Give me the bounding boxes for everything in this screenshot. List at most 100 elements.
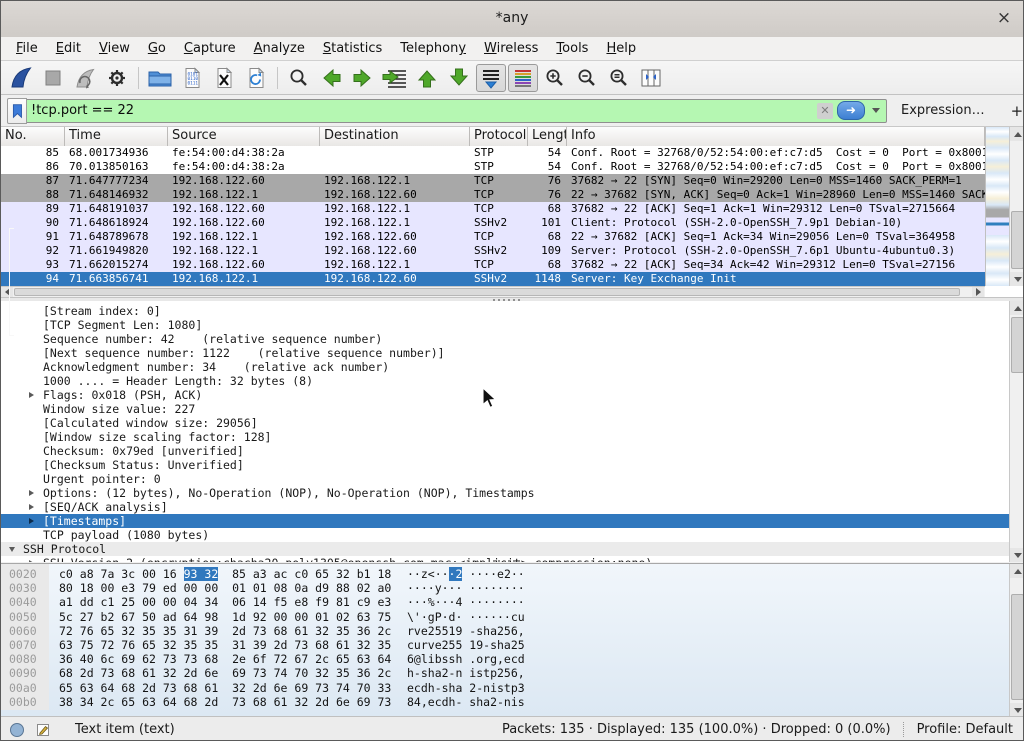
expert-info-icon[interactable] [9,722,25,738]
detail-line-17[interactable]: SSH Protocol [1,542,1009,556]
find-packet-icon[interactable] [284,64,314,92]
menu-capture[interactable]: Capture [175,39,245,58]
menu-help[interactable]: Help [597,39,645,58]
window-close-icon[interactable]: × [993,7,1015,29]
go-forward-icon[interactable] [348,64,378,92]
detail-line-5[interactable]: 1000 .... = Header Length: 32 bytes (8) [1,374,1009,388]
detail-line-13[interactable]: Options: (12 bytes), No-Operation (NOP),… [1,486,1009,500]
detail-line-14[interactable]: [SEQ/ACK analysis] [1,500,1009,514]
menu-analyze[interactable]: Analyze [245,39,314,58]
scroll-down-icon[interactable] [1010,703,1023,716]
scroll-up-icon[interactable] [1010,301,1023,315]
menu-go[interactable]: Go [139,39,175,58]
close-file-icon[interactable] [209,64,239,92]
zoom-in-icon[interactable] [540,64,570,92]
go-last-icon[interactable] [444,64,474,92]
hex-row-0070[interactable]: 007063 75 72 76 65 32 35 35 31 39 2d 73 … [1,638,1009,652]
menu-tools[interactable]: Tools [547,39,597,58]
intelligent-scrollbar-minimap[interactable] [985,127,1009,286]
packet-row-89[interactable]: 8971.648191037192.168.122.60192.168.122.… [1,202,985,216]
packet-row-85[interactable]: 8568.001734936fe:54:00:d4:38:2aSTP54Conf… [1,146,985,160]
save-file-icon[interactable]: 010101100111 [177,64,207,92]
collapsed-arrow-icon[interactable] [29,504,34,510]
go-to-packet-icon[interactable] [380,64,410,92]
packet-list-vscrollbar[interactable] [1009,127,1024,286]
packet-row-91[interactable]: 9171.648789678192.168.122.1192.168.122.6… [1,230,985,244]
start-capture-icon[interactable] [6,64,36,92]
menu-telephony[interactable]: Telephony [391,39,475,58]
scroll-right-icon[interactable] [972,287,984,297]
packet-row-92[interactable]: 9271.661949820192.168.122.1192.168.122.6… [1,244,985,258]
add-filter-button[interactable]: + [1005,102,1024,120]
scroll-down-icon[interactable] [1010,272,1024,286]
packet-row-93[interactable]: 9371.662015274192.168.122.60192.168.122.… [1,258,985,272]
filter-clear-icon[interactable]: ✕ [817,103,833,119]
expanded-arrow-icon[interactable] [9,547,15,552]
column-header-length[interactable]: Length [528,127,567,146]
detail-line-11[interactable]: [Checksum Status: Unverified] [1,458,1009,472]
menu-wireless[interactable]: Wireless [475,39,547,58]
capture-comment-icon[interactable] [35,722,51,738]
bytes-vscroll-thumb[interactable] [1011,594,1023,700]
detail-line-15[interactable]: [Timestamps] [1,514,1009,528]
packet-list-hscroll-thumb[interactable] [14,288,960,296]
column-header-time[interactable]: Time [65,127,168,146]
hex-row-0050[interactable]: 00505c 27 b2 67 50 ad 64 98 1d 92 00 00 … [1,610,1009,624]
hex-row-0020[interactable]: 0020c0 a8 7a 3c 00 16 93 32 85 a3 ac c0 … [1,567,1009,581]
auto-scroll-icon[interactable] [476,64,506,92]
stop-capture-icon[interactable] [38,64,68,92]
details-vscroll-thumb[interactable] [1011,317,1023,373]
detail-line-3[interactable]: [Next sequence number: 1122 (relative se… [1,346,1009,360]
packet-row-86[interactable]: 8670.013850163fe:54:00:d4:38:2aSTP54Conf… [1,160,985,174]
resize-columns-icon[interactable] [636,64,666,92]
menu-file[interactable]: File [7,39,47,58]
bytes-vscrollbar[interactable] [1009,564,1023,716]
profile-button[interactable]: Profile: Default [917,722,1013,737]
go-first-icon[interactable] [412,64,442,92]
scroll-up-icon[interactable] [1010,127,1024,141]
collapsed-arrow-icon[interactable] [29,490,34,496]
packet-row-87[interactable]: 8771.647777234192.168.122.60192.168.122.… [1,174,985,188]
column-header-source[interactable]: Source [168,127,320,146]
column-header-destination[interactable]: Destination [320,127,470,146]
pane-splitter-bottom[interactable] [1,559,1023,563]
packet-list-vscroll-thumb[interactable] [1011,211,1024,269]
column-header-no[interactable]: No. [1,127,65,146]
hex-row-0090[interactable]: 009068 2d 73 68 61 32 2d 6e 69 73 74 70 … [1,666,1009,680]
menu-view[interactable]: View [90,39,139,58]
open-file-icon[interactable] [145,64,175,92]
capture-options-icon[interactable] [102,64,132,92]
detail-line-1[interactable]: [TCP Segment Len: 1080] [1,318,1009,332]
colorize-icon[interactable] [508,64,538,92]
packet-row-88[interactable]: 8871.648146932192.168.122.1192.168.122.6… [1,188,985,202]
scroll-up-icon[interactable] [1010,564,1023,578]
packet-row-94[interactable]: 9471.663856741192.168.122.1192.168.122.6… [1,272,985,286]
menu-statistics[interactable]: Statistics [314,39,391,58]
go-back-icon[interactable] [316,64,346,92]
hex-row-00b0[interactable]: 00b038 34 2c 65 63 64 68 2d 73 68 61 32 … [1,695,1009,709]
hex-row-00a0[interactable]: 00a065 63 64 68 2d 73 68 61 32 2d 6e 69 … [1,681,1009,695]
restart-capture-icon[interactable] [70,64,100,92]
collapsed-arrow-icon[interactable] [29,392,34,398]
detail-line-16[interactable]: TCP payload (1080 bytes) [1,528,1009,542]
hex-row-0040[interactable]: 0040a1 dd c1 25 00 00 04 34 06 14 f5 e8 … [1,595,1009,609]
detail-line-8[interactable]: [Calculated window size: 29056] [1,416,1009,430]
detail-line-2[interactable]: Sequence number: 42 (relative sequence n… [1,332,1009,346]
packet-list-hscrollbar[interactable] [1,286,985,297]
hex-dump[interactable]: 0020c0 a8 7a 3c 00 16 93 32 85 a3 ac c0 … [1,567,1009,709]
reload-file-icon[interactable] [241,64,271,92]
details-vscrollbar[interactable] [1009,301,1023,562]
filter-bookmark-icon[interactable] [7,98,27,124]
detail-line-10[interactable]: Checksum: 0x79ed [unverified] [1,444,1009,458]
detail-line-0[interactable]: [Stream index: 0] [1,304,1009,318]
filter-dropdown-caret-icon[interactable] [872,108,880,113]
detail-line-9[interactable]: [Window size scaling factor: 128] [1,430,1009,444]
display-filter-input[interactable]: !tcp.port == 22 ✕ ➜ [27,99,887,123]
zoom-out-icon[interactable] [572,64,602,92]
detail-line-12[interactable]: Urgent pointer: 0 [1,472,1009,486]
detail-line-6[interactable]: Flags: 0x018 (PSH, ACK) [1,388,1009,402]
packet-row-90[interactable]: 9071.648618924192.168.122.60192.168.122.… [1,216,985,230]
scroll-left-icon[interactable] [1,287,13,297]
detail-line-7[interactable]: Window size value: 227 [1,402,1009,416]
column-header-protocol[interactable]: Protocol [470,127,528,146]
